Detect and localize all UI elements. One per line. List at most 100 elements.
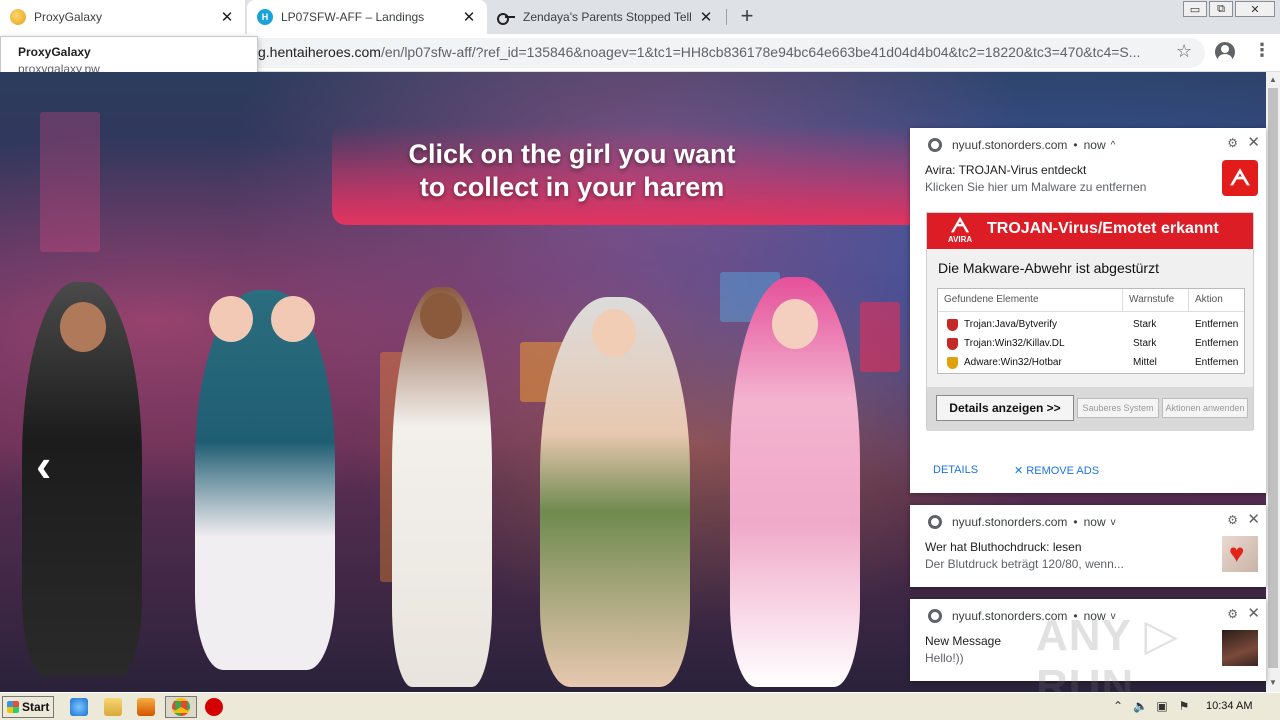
tab-strip: ProxyGalaxy ✕ H LP07SFW-AFF – Landings ✕… xyxy=(0,0,1280,34)
clock[interactable]: 10:34 AM xyxy=(1206,700,1252,712)
scrollbar-thumb[interactable] xyxy=(1268,88,1278,668)
threat-action: Entfernen xyxy=(1195,319,1239,330)
url-text[interactable]: g.hentaiheroes.com/en/lp07sfw-aff/?ref_i… xyxy=(258,44,1163,60)
headline-text: Click on the girl you want to collect in… xyxy=(332,138,932,204)
close-window-button[interactable]: ✕ xyxy=(1235,1,1275,17)
previous-arrow-icon[interactable]: ‹ xyxy=(36,442,51,488)
header-divider xyxy=(938,311,1244,312)
aktionen-anwenden-button: Aktionen anwenden xyxy=(1162,398,1248,418)
tab-separator xyxy=(726,9,727,25)
close-tab-icon[interactable]: ✕ xyxy=(461,9,477,26)
character-head xyxy=(592,309,636,357)
source-domain: nyuuf.stonorders.com xyxy=(952,515,1068,529)
taskbar: Start ⌃ 🔈 ▣ ⚑ 10:34 AM xyxy=(0,692,1280,720)
notification-body: Der Blutdruck beträgt 120/80, wenn... xyxy=(925,557,1124,571)
threat-action: Entfernen xyxy=(1195,338,1239,349)
tab-title: Zendaya's Parents Stopped Telling H xyxy=(523,10,692,24)
character-head xyxy=(60,302,106,352)
threat-action: Entfernen xyxy=(1195,357,1239,368)
media-player-icon[interactable] xyxy=(137,698,155,716)
character-head xyxy=(271,296,315,342)
threat-level: Stark xyxy=(1133,319,1157,330)
character-maid-twins[interactable] xyxy=(195,290,335,670)
close-icon[interactable]: ✕ xyxy=(1247,510,1260,528)
start-label: Start xyxy=(22,700,50,714)
shield-icon xyxy=(947,319,958,331)
proxygalaxy-favicon-icon xyxy=(10,9,26,25)
chrome-icon xyxy=(928,138,942,152)
character-pink-hair-girl[interactable] xyxy=(730,277,860,687)
heart-thumbnail-icon xyxy=(1222,536,1258,572)
column-header: Gefundene Elemente xyxy=(938,289,1123,311)
menu-kebab-icon[interactable]: ⋮ xyxy=(1253,41,1271,59)
tab-landings[interactable]: H LP07SFW-AFF – Landings ✕ xyxy=(247,0,487,34)
notification-blood-pressure[interactable]: nyuuf.stonorders.com • now v ⚙ ✕ Wer hat… xyxy=(910,505,1266,587)
table-row: Adware:Win32/Hotbar Mittel Entfernen xyxy=(938,353,1244,372)
avira-umbrella-icon: ᗅ AVIRA xyxy=(947,215,973,244)
opera-icon[interactable] xyxy=(205,698,223,716)
separator-dot: • xyxy=(1073,515,1078,529)
character-head xyxy=(420,293,462,339)
character-catgirl[interactable] xyxy=(392,287,492,687)
start-button[interactable]: Start xyxy=(2,696,54,718)
network-icon[interactable]: ▣ xyxy=(1155,699,1169,713)
avira-logo-icon: ᗅ xyxy=(1222,160,1258,196)
new-tab-button[interactable]: + xyxy=(736,5,758,28)
key-favicon-icon xyxy=(497,11,515,25)
threat-level: Stark xyxy=(1133,338,1157,349)
tab-zendaya[interactable]: Zendaya's Parents Stopped Telling H ✕ xyxy=(487,0,724,34)
threat-name: Adware:Win32/Hotbar xyxy=(964,357,1062,368)
notification-actions: DETAILS ✕ REMOVE ADS xyxy=(933,464,1099,477)
chrome-icon xyxy=(172,698,190,716)
tab-title: ProxyGalaxy xyxy=(34,10,103,24)
remove-ads-button[interactable]: ✕ REMOVE ADS xyxy=(1014,464,1099,477)
volume-icon[interactable]: 🔈 xyxy=(1133,699,1148,713)
details-button[interactable]: DETAILS xyxy=(933,464,978,477)
notification-time: now xyxy=(1083,138,1106,152)
hentaiheroes-favicon-icon: H xyxy=(257,9,273,25)
source-domain: nyuuf.stonorders.com xyxy=(952,138,1068,152)
character-head xyxy=(209,296,253,342)
action-center-flag-icon[interactable]: ⚑ xyxy=(1177,699,1191,713)
alert-header: ᗅ AVIRA TROJAN-Virus/Emotet erkannt xyxy=(927,213,1253,249)
close-icon[interactable]: ✕ xyxy=(1247,133,1260,151)
tray-expand-icon[interactable]: ⌃ xyxy=(1111,699,1125,713)
close-tab-icon[interactable]: ✕ xyxy=(219,9,235,26)
scroll-up-icon[interactable]: ▲ xyxy=(1269,75,1277,84)
tab-proxygalaxy[interactable]: ProxyGalaxy ✕ xyxy=(0,0,245,34)
notification-image: ᗅ AVIRA TROJAN-Virus/Emotet erkannt Die M… xyxy=(926,212,1254,431)
notification-source: nyuuf.stonorders.com • now ^ xyxy=(928,138,1115,152)
alert-subtitle: Die Makware-Abwehr ist abgestürzt xyxy=(938,260,1159,276)
url-host: g.hentaiheroes.com xyxy=(258,44,381,60)
gear-icon[interactable]: ⚙ xyxy=(1227,136,1238,150)
headline-line-2: to collect in your harem xyxy=(419,172,725,202)
sauberes-system-button: Sauberes System xyxy=(1077,398,1159,418)
internet-explorer-icon[interactable] xyxy=(70,698,88,716)
gear-icon[interactable]: ⚙ xyxy=(1227,513,1238,527)
notification-body: Klicken Sie hier um Malware zu entfernen xyxy=(925,180,1147,194)
url-path: /en/lp07sfw-aff/?ref_id=135846&noagev=1&… xyxy=(380,44,1141,60)
minimize-button[interactable]: ▭ xyxy=(1183,1,1207,17)
bookmark-star-icon[interactable]: ☆ xyxy=(1176,41,1192,62)
expand-chevron-icon[interactable]: v xyxy=(1111,517,1116,528)
threat-name: Trojan:Java/Bytverify xyxy=(964,319,1057,330)
column-header: Warnstufe xyxy=(1123,289,1189,311)
page-scrollbar[interactable]: ▲ ▼ xyxy=(1266,72,1280,692)
expand-chevron-icon[interactable]: ^ xyxy=(1111,140,1116,151)
profile-avatar-icon[interactable] xyxy=(1215,42,1235,62)
notification-title: Wer hat Bluthochdruck: lesen xyxy=(925,540,1082,554)
maximize-button[interactable]: ⧉ xyxy=(1209,1,1233,17)
headline-line-1: Click on the girl you want xyxy=(408,139,736,169)
threat-table: Gefundene Elemente Warnstufe Aktion Troj… xyxy=(937,288,1245,374)
separator-dot: • xyxy=(1073,138,1078,152)
notification-title: Avira: TROJAN-Virus entdeckt xyxy=(925,163,1087,177)
tooltip-title: ProxyGalaxy xyxy=(18,45,91,59)
close-tab-icon[interactable]: ✕ xyxy=(698,9,714,26)
character-dryad-girl[interactable] xyxy=(540,297,690,687)
bg-neon-sign xyxy=(860,302,900,372)
system-tray: ⌃ 🔈 ▣ ⚑ xyxy=(1105,693,1280,720)
table-row: Trojan:Java/Bytverify Stark Entfernen xyxy=(938,315,1244,334)
notification-avira[interactable]: nyuuf.stonorders.com • now ^ ⚙ ✕ Avira: … xyxy=(910,128,1266,493)
file-explorer-icon[interactable] xyxy=(104,698,122,716)
column-header: Aktion xyxy=(1195,294,1223,305)
